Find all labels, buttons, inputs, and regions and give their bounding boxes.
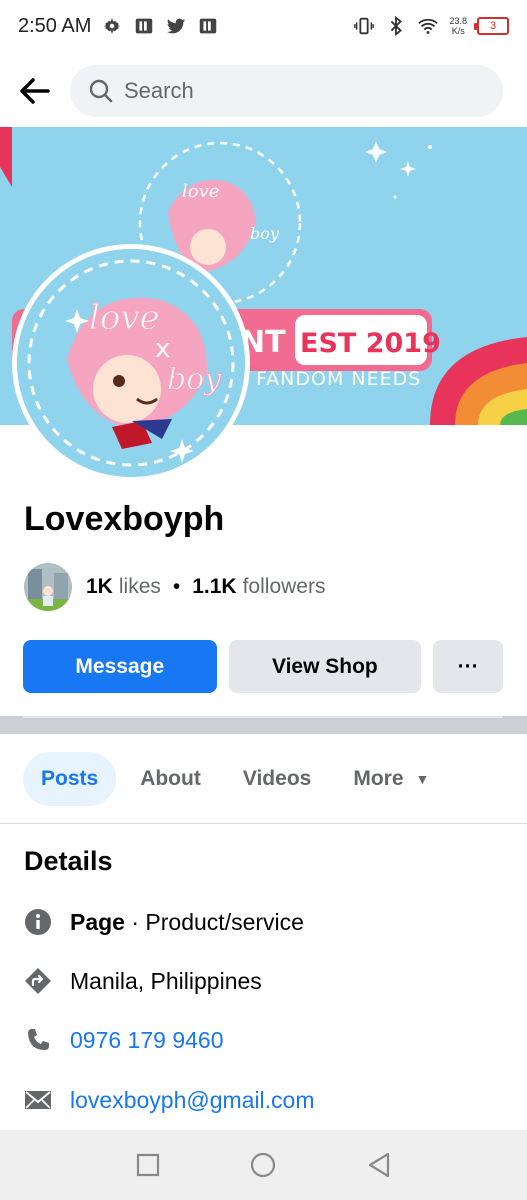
system-nav-bar xyxy=(0,1130,527,1200)
email-link[interactable]: lovexboyph@gmail.com xyxy=(70,1087,315,1114)
phone-link[interactable]: 0976 179 9460 xyxy=(70,1027,224,1054)
tab-more-label: More xyxy=(353,767,404,790)
likes-label: likes xyxy=(118,575,161,598)
tab-more[interactable]: More ▼ xyxy=(335,752,447,806)
detail-page-type: Page · Product/service xyxy=(24,902,304,942)
search-header xyxy=(0,62,527,120)
likes-count: 1K xyxy=(86,575,113,598)
page-title: Lovexboyph xyxy=(24,500,225,538)
cover-tagline: FANDOM NEEDS xyxy=(256,368,421,390)
details-heading: Details xyxy=(24,846,113,876)
profile-logo-love: love xyxy=(89,298,160,338)
followers-label: followers xyxy=(242,575,326,598)
directions-icon xyxy=(25,968,51,994)
back-triangle-icon[interactable] xyxy=(364,1150,394,1180)
page-stats[interactable]: 1K likes • 1.1K followers xyxy=(24,562,325,612)
action-buttons: Message View Shop ··· xyxy=(23,640,503,693)
twitter-icon xyxy=(167,18,186,34)
vibrate-icon xyxy=(354,17,375,35)
recents-square-icon[interactable] xyxy=(133,1150,163,1180)
tab-videos[interactable]: Videos xyxy=(225,752,329,806)
profile-picture[interactable]: love x boy xyxy=(12,244,250,482)
detail-email[interactable]: lovexboyph@gmail.com xyxy=(24,1080,315,1120)
back-arrow-icon[interactable] xyxy=(14,70,56,112)
search-bar[interactable] xyxy=(70,65,503,117)
status-time: 2:50 AM xyxy=(18,14,92,37)
home-circle-icon[interactable] xyxy=(248,1150,278,1180)
profile-logo-boy: boy xyxy=(167,362,222,397)
section-divider xyxy=(0,716,527,734)
caret-down-icon: ▼ xyxy=(415,771,430,787)
profile-logo-art: love x boy xyxy=(17,249,245,477)
bluetooth-icon xyxy=(391,15,403,37)
detail-location[interactable]: Manila, Philippines xyxy=(24,961,262,1001)
profile-logo-x: x xyxy=(155,334,170,364)
page-category: · Product/service xyxy=(124,908,304,935)
stats-separator: • xyxy=(172,575,181,598)
search-icon xyxy=(89,79,113,103)
battery-indicator: 3 xyxy=(474,17,509,35)
message-button[interactable]: Message xyxy=(23,640,217,693)
cover-est: EST 2019 xyxy=(300,328,441,359)
gear-icon xyxy=(104,17,121,35)
phone-icon xyxy=(28,1029,49,1050)
info-icon xyxy=(25,909,51,935)
notification-app-icon-2 xyxy=(200,18,217,34)
network-speed-value: 23.8 xyxy=(449,16,467,26)
notification-app-icon xyxy=(136,18,153,34)
status-bar: 2:50 AM 23.8 K/s 3 xyxy=(0,0,527,52)
tab-about[interactable]: About xyxy=(122,752,219,806)
network-speed-unit: K/s xyxy=(451,26,465,36)
network-speed: 23.8 K/s xyxy=(449,16,467,36)
location-text: Manila, Philippines xyxy=(70,967,262,994)
followers-count: 1.1K xyxy=(192,575,237,598)
view-shop-button[interactable]: View Shop xyxy=(228,640,422,693)
page-label: Page xyxy=(70,908,125,935)
tabs-divider xyxy=(0,823,527,824)
detail-phone[interactable]: 0976 179 9460 xyxy=(24,1020,224,1060)
profile-tabs: Posts About Videos More ▼ xyxy=(23,750,447,808)
cover-logo-boy: boy xyxy=(250,224,280,243)
wifi-icon xyxy=(418,18,439,34)
search-input[interactable] xyxy=(124,78,454,104)
more-options-button[interactable]: ··· xyxy=(433,640,503,693)
friend-avatar xyxy=(24,563,72,611)
tab-posts[interactable]: Posts xyxy=(23,752,117,806)
cover-logo-love: love xyxy=(182,181,219,202)
email-icon xyxy=(25,1091,51,1109)
